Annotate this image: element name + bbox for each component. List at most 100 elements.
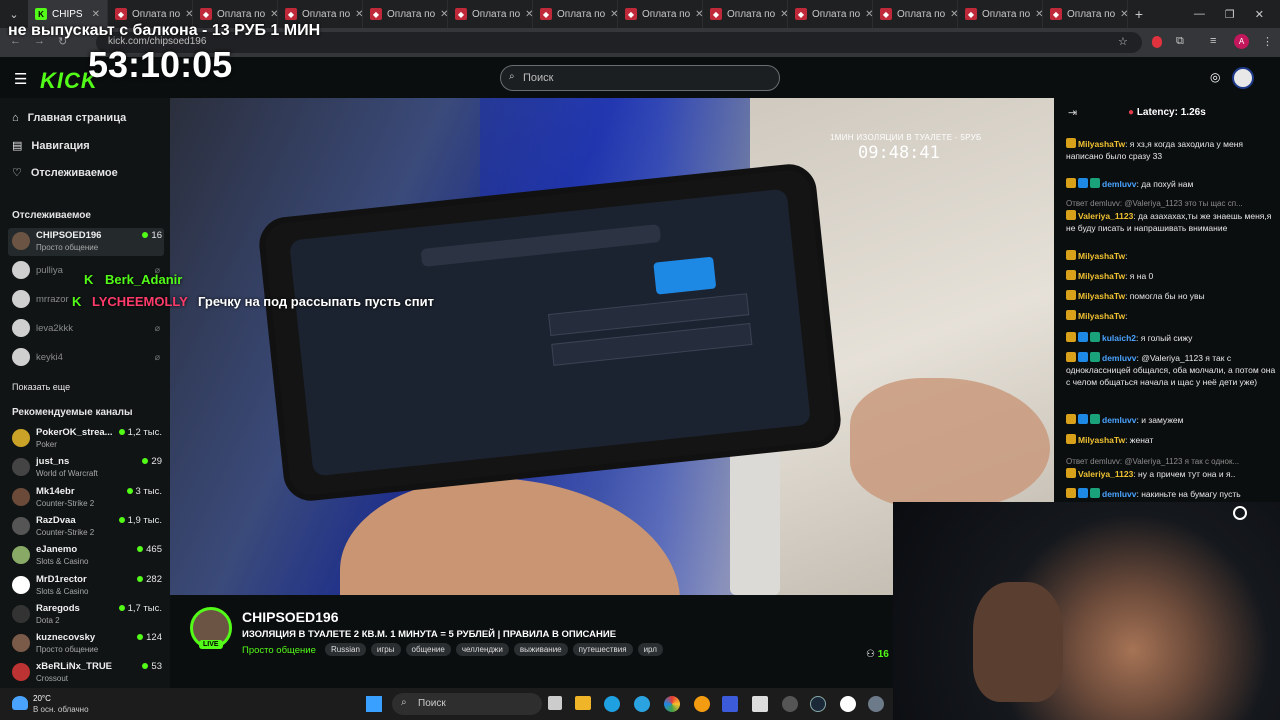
followed-channel[interactable]: leva2kkk ⌀ — [8, 315, 164, 343]
maximize-icon[interactable]: ❐ — [1225, 8, 1235, 21]
file-explorer-icon[interactable] — [575, 696, 591, 710]
stream-tag[interactable]: общение — [405, 643, 451, 656]
extension-icon[interactable] — [1152, 36, 1162, 48]
stream-tag[interactable]: ирл — [637, 643, 663, 656]
settings-gear-icon[interactable] — [868, 696, 884, 712]
browser-tab[interactable]: ◆ Оплата по ✕ — [788, 0, 873, 28]
show-more-link[interactable]: Показать еще — [12, 382, 70, 392]
chat-username[interactable]: kulaich2 — [1102, 333, 1136, 343]
browser-tab[interactable]: ◆ Оплата по ✕ — [363, 0, 448, 28]
browser-tab[interactable]: ◆ Оплата по ✕ — [1043, 0, 1128, 28]
channel-viewers: 1,2 тыс. — [119, 427, 162, 438]
recommended-channel[interactable]: xBeRLiNx_TRUE Crossout 53 — [8, 659, 164, 687]
user-avatar[interactable] — [1232, 67, 1254, 89]
app-icon-2[interactable] — [722, 696, 738, 712]
channel-viewers: 29 — [142, 456, 162, 467]
chat-username[interactable]: MilyashaTw — [1078, 311, 1125, 321]
app-icon-4[interactable] — [782, 696, 798, 712]
recommended-channel[interactable]: just_ns World of Warcraft 29 — [8, 454, 164, 482]
taskbar-search[interactable]: ⌕ Поиск — [392, 693, 542, 715]
chat-username[interactable]: demluvv — [1102, 415, 1137, 425]
media-control-icon[interactable]: ≡ — [1210, 35, 1216, 47]
close-tab-icon[interactable]: ✕ — [440, 9, 447, 20]
close-tab-icon[interactable]: ✕ — [270, 9, 277, 20]
edge-icon[interactable] — [604, 696, 620, 712]
minimize-icon[interactable]: — — [1194, 8, 1205, 21]
tab-title: Оплата по — [302, 8, 351, 20]
recommended-channel[interactable]: eJanemo Slots & Casino 465 — [8, 542, 164, 570]
profile-avatar[interactable]: A — [1234, 34, 1249, 49]
nav-browse[interactable]: ▤ Навигация — [12, 139, 90, 153]
windows-start-icon[interactable] — [366, 696, 382, 712]
close-window-icon[interactable]: ✕ — [1255, 8, 1264, 21]
close-tab-icon[interactable]: ✕ — [695, 9, 702, 20]
followed-channel[interactable]: CHIPSOED196 Просто общение 16 — [8, 228, 164, 256]
notifications-icon[interactable]: ◎ — [1210, 70, 1220, 84]
close-tab-icon[interactable]: ✕ — [1035, 9, 1042, 20]
windows-taskbar: 20°C В осн. облачно ⌕ Поиск — [0, 688, 893, 720]
close-tab-icon[interactable]: ✕ — [780, 9, 787, 20]
chat-username[interactable]: Valeriya_1123 — [1078, 211, 1133, 221]
telegram-icon[interactable] — [634, 696, 650, 712]
browser-tab[interactable]: ◆ Оплата по ✕ — [533, 0, 618, 28]
browser-tab[interactable]: ◆ Оплата по ✕ — [958, 0, 1043, 28]
browser-tab[interactable]: ◆ Оплата по ✕ — [873, 0, 958, 28]
app-icon-1[interactable] — [694, 696, 710, 712]
chat-text: : — [1125, 251, 1128, 261]
stream-tag[interactable]: Russian — [325, 643, 366, 656]
recommended-channel[interactable]: PokerOK_strea... Poker 1,2 тыс. — [8, 425, 164, 453]
close-tab-icon[interactable]: ✕ — [355, 9, 362, 20]
chrome-icon[interactable] — [664, 696, 680, 712]
weather-temp: 20°C — [33, 694, 51, 703]
task-view-icon[interactable] — [548, 696, 562, 710]
nav-following[interactable]: ♡ Отслеживаемое — [12, 166, 118, 180]
extensions-puzzle-icon[interactable]: ⧉ — [1176, 35, 1184, 48]
close-tab-icon[interactable]: ✕ — [1120, 9, 1127, 20]
chat-username[interactable]: Valeriya_1123 — [1078, 469, 1133, 479]
live-badge: LIVE — [199, 640, 223, 649]
chat-username[interactable]: demluvv — [1102, 179, 1137, 189]
browser-tab[interactable]: ◆ Оплата по ✕ — [618, 0, 703, 28]
stream-tag[interactable]: челленджи — [455, 643, 509, 656]
close-tab-icon[interactable]: ✕ — [185, 9, 192, 20]
chat-username[interactable]: MilyashaTw — [1078, 291, 1125, 301]
chat-username[interactable]: MilyashaTw — [1078, 435, 1125, 445]
close-tab-icon[interactable]: ✕ — [92, 9, 100, 20]
browser-tab[interactable]: ◆ Оплата по ✕ — [448, 0, 533, 28]
chat-message: Ответ demluvv: @Valeriya_1123 это ты щас… — [1066, 198, 1276, 234]
chat-username[interactable]: demluvv — [1102, 489, 1137, 499]
stream-tag[interactable]: игры — [370, 643, 401, 656]
close-tab-icon[interactable]: ✕ — [950, 9, 957, 20]
close-tab-icon[interactable]: ✕ — [610, 9, 617, 20]
yandex-icon[interactable] — [840, 696, 856, 712]
recommended-channel[interactable]: Mk14ebr Counter-Strike 2 3 тыс. — [8, 484, 164, 512]
chat-username[interactable]: MilyashaTw — [1078, 139, 1125, 149]
close-tab-icon[interactable]: ✕ — [525, 9, 532, 20]
chat-message: demluvv: и замужем — [1066, 414, 1276, 426]
channel-name[interactable]: CHIPSOED196 — [242, 609, 338, 625]
new-tab-icon[interactable]: + — [1128, 6, 1150, 22]
chat-username[interactable]: MilyashaTw — [1078, 271, 1125, 281]
bookmark-star-icon[interactable]: ☆ — [1118, 35, 1128, 48]
app-icon-3[interactable] — [752, 696, 768, 712]
recommended-channel[interactable]: Raregods Dota 2 1,7 тыс. — [8, 601, 164, 629]
collapse-chat-icon[interactable]: ⇥ — [1068, 106, 1077, 119]
stream-category[interactable]: Просто общение — [242, 645, 316, 656]
recommended-channel[interactable]: MrD1rector Slots & Casino 282 — [8, 572, 164, 600]
chat-message: MilyashaTw: я хз,я когда заходила у меня… — [1066, 138, 1276, 162]
steam-icon[interactable] — [810, 696, 826, 712]
search-input[interactable]: ⌕ Поиск — [500, 65, 780, 91]
nav-home[interactable]: ⌂ Главная страница — [12, 112, 126, 124]
close-tab-icon[interactable]: ✕ — [865, 9, 872, 20]
chat-username[interactable]: MilyashaTw — [1078, 251, 1125, 261]
chat-username[interactable]: demluvv — [1102, 353, 1137, 363]
recommended-channel[interactable]: kuznecovsky Просто общение 124 — [8, 630, 164, 658]
followed-channel[interactable]: keyki4 ⌀ — [8, 344, 164, 372]
tab-title: CHIPS — [52, 8, 83, 20]
recommended-channel[interactable]: RazDvaa Counter-Strike 2 1,9 тыс. — [8, 513, 164, 541]
browser-menu-icon[interactable]: ⋮ — [1262, 35, 1273, 48]
stream-tag[interactable]: путешествия — [572, 643, 633, 656]
stream-tag[interactable]: выживание — [513, 643, 568, 656]
browser-tab[interactable]: ◆ Оплата по ✕ — [703, 0, 788, 28]
hamburger-menu-icon[interactable]: ☰ — [14, 70, 27, 88]
